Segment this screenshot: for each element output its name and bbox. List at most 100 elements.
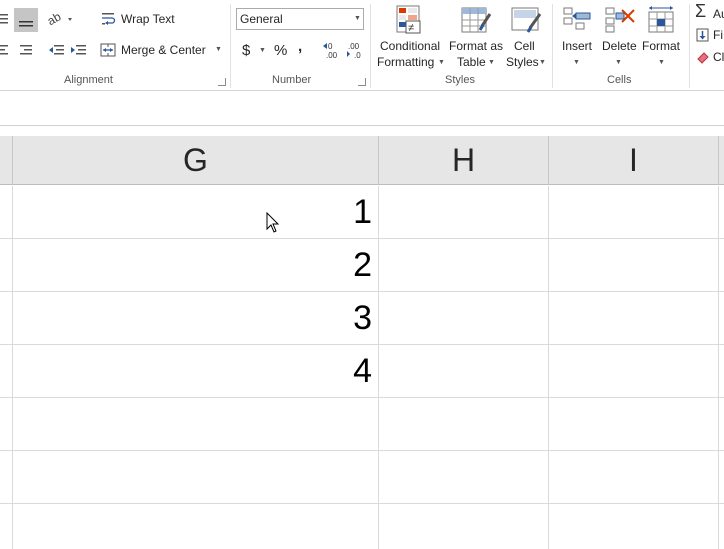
formula-bar-area[interactable]: [0, 91, 724, 126]
comma-style-button[interactable]: ,: [298, 38, 302, 55]
gridline: [0, 291, 724, 292]
number-format-select[interactable]: [236, 8, 364, 30]
conditional-formatting-button[interactable]: ≠ Conditional Formatting ▼: [375, 2, 445, 72]
decrease-indent-icon[interactable]: [48, 42, 66, 58]
format-as-table-button[interactable]: Format as Table ▼: [446, 2, 504, 72]
align-middle-icon[interactable]: [0, 10, 10, 28]
increase-decimal-icon: 0.00: [323, 42, 338, 60]
merge-center-icon: [100, 43, 116, 57]
orientation-icon[interactable]: ab: [45, 9, 76, 28]
divider: [552, 4, 553, 88]
delete-cells-icon: [605, 7, 635, 33]
svg-text:ab: ab: [48, 10, 64, 28]
delete-cells-button[interactable]: Delete ▼: [600, 2, 638, 72]
gridline: [0, 238, 724, 239]
format-as-table-icon: [461, 7, 492, 33]
delete-dropdown-icon: ▼: [615, 59, 622, 66]
cell-g2[interactable]: 2: [12, 246, 372, 285]
align-left-icon[interactable]: [0, 42, 10, 58]
gridline: [548, 186, 549, 549]
decrease-decimal-button[interactable]: .00.0: [346, 41, 368, 61]
fill-button[interactable]: Fi: [694, 26, 724, 44]
format-cells-icon: [648, 6, 674, 33]
increase-indent-icon[interactable]: [70, 42, 88, 58]
format-as-table-label-1: Format as: [449, 39, 504, 53]
align-right-icon[interactable]: [18, 42, 34, 58]
cell-g3[interactable]: 3: [12, 299, 372, 338]
number-format-dropdown-icon[interactable]: ▼: [354, 15, 361, 22]
column-header-h[interactable]: H: [379, 136, 549, 185]
gridline: [378, 186, 379, 549]
divider: [370, 4, 371, 88]
svg-text:0: 0: [328, 42, 333, 51]
cell-styles-dropdown-icon: ▼: [539, 59, 546, 66]
alignment-group-label: Alignment: [64, 74, 113, 86]
insert-cells-icon: [563, 7, 591, 30]
column-header-label: I: [629, 141, 638, 178]
svg-text:≠: ≠: [408, 22, 414, 34]
cell-styles-label-2: Styles: [506, 55, 539, 69]
ribbon: ab Wrap Text Merge & Center ▼ Alignment …: [0, 0, 724, 91]
format-as-table-label-2: Table: [457, 55, 486, 69]
increase-decimal-button[interactable]: 0.00: [322, 41, 344, 61]
gridline: [0, 397, 724, 398]
format-as-table-dropdown-icon: ▼: [488, 59, 495, 66]
autosum-button[interactable]: Σ Au: [694, 1, 724, 24]
insert-cells-button[interactable]: Insert ▼: [558, 2, 596, 72]
cells-group-label: Cells: [607, 74, 632, 86]
column-header-j[interactable]: [719, 136, 724, 185]
merge-dropdown-icon[interactable]: ▼: [215, 46, 222, 53]
conditional-formatting-label-2: Formatting: [377, 55, 435, 69]
svg-text:.00: .00: [348, 42, 360, 51]
cell-g1[interactable]: 1: [12, 193, 372, 232]
wrap-text-label: Wrap Text: [121, 12, 175, 26]
column-header-i[interactable]: I: [549, 136, 719, 185]
svg-text:.0: .0: [354, 51, 361, 60]
conditional-formatting-dropdown-icon: ▼: [438, 59, 445, 66]
fill-label: Fi: [713, 28, 723, 42]
format-dropdown-icon: ▼: [658, 59, 665, 66]
number-launcher-icon[interactable]: [358, 78, 366, 86]
insert-label: Insert: [562, 39, 593, 53]
merge-center-label: Merge & Center: [121, 43, 206, 57]
gridline: [0, 503, 724, 504]
decrease-decimal-icon: .00.0: [347, 42, 361, 60]
gridline: [0, 344, 724, 345]
cell-styles-label-1: Cell: [514, 39, 535, 53]
format-cells-button[interactable]: Format ▼: [640, 2, 684, 72]
currency-dropdown-icon[interactable]: ▼: [259, 47, 266, 54]
divider: [230, 4, 231, 88]
divider: [689, 4, 690, 88]
number-group-label: Number: [272, 74, 312, 86]
gridline: [718, 186, 719, 549]
gridline: [0, 450, 724, 451]
fill-down-icon: [696, 28, 709, 42]
cell-styles-button[interactable]: Cell Styles ▼: [505, 2, 547, 72]
column-header-label: G: [183, 141, 208, 178]
wrap-text-button[interactable]: Wrap Text: [100, 10, 184, 30]
currency-button[interactable]: $: [242, 42, 250, 59]
wrap-text-icon: [102, 13, 116, 25]
align-bottom-icon[interactable]: [14, 8, 38, 32]
mouse-pointer-icon: [266, 211, 280, 239]
svg-text:.00: .00: [326, 51, 338, 60]
percent-button[interactable]: %: [274, 42, 287, 59]
delete-label: Delete: [602, 39, 637, 53]
sigma-icon: Σ: [695, 1, 707, 21]
clear-button[interactable]: Cl: [694, 48, 724, 66]
clear-label: Cl: [713, 50, 724, 64]
styles-group-label: Styles: [445, 74, 475, 86]
conditional-formatting-label-1: Conditional: [380, 39, 441, 53]
column-header-label: H: [451, 141, 476, 178]
cell-g4[interactable]: 4: [12, 352, 372, 391]
cell-styles-icon: [511, 7, 542, 33]
column-header-g[interactable]: G: [13, 136, 379, 185]
alignment-launcher-icon[interactable]: [218, 78, 226, 86]
column-header-f[interactable]: [0, 136, 13, 185]
format-label: Format: [642, 39, 681, 53]
autosum-label: Au: [713, 7, 724, 21]
merge-center-button[interactable]: Merge & Center ▼: [100, 41, 224, 61]
conditional-formatting-icon: ≠: [396, 5, 421, 34]
insert-dropdown-icon: ▼: [573, 59, 580, 66]
eraser-icon: [697, 52, 709, 64]
